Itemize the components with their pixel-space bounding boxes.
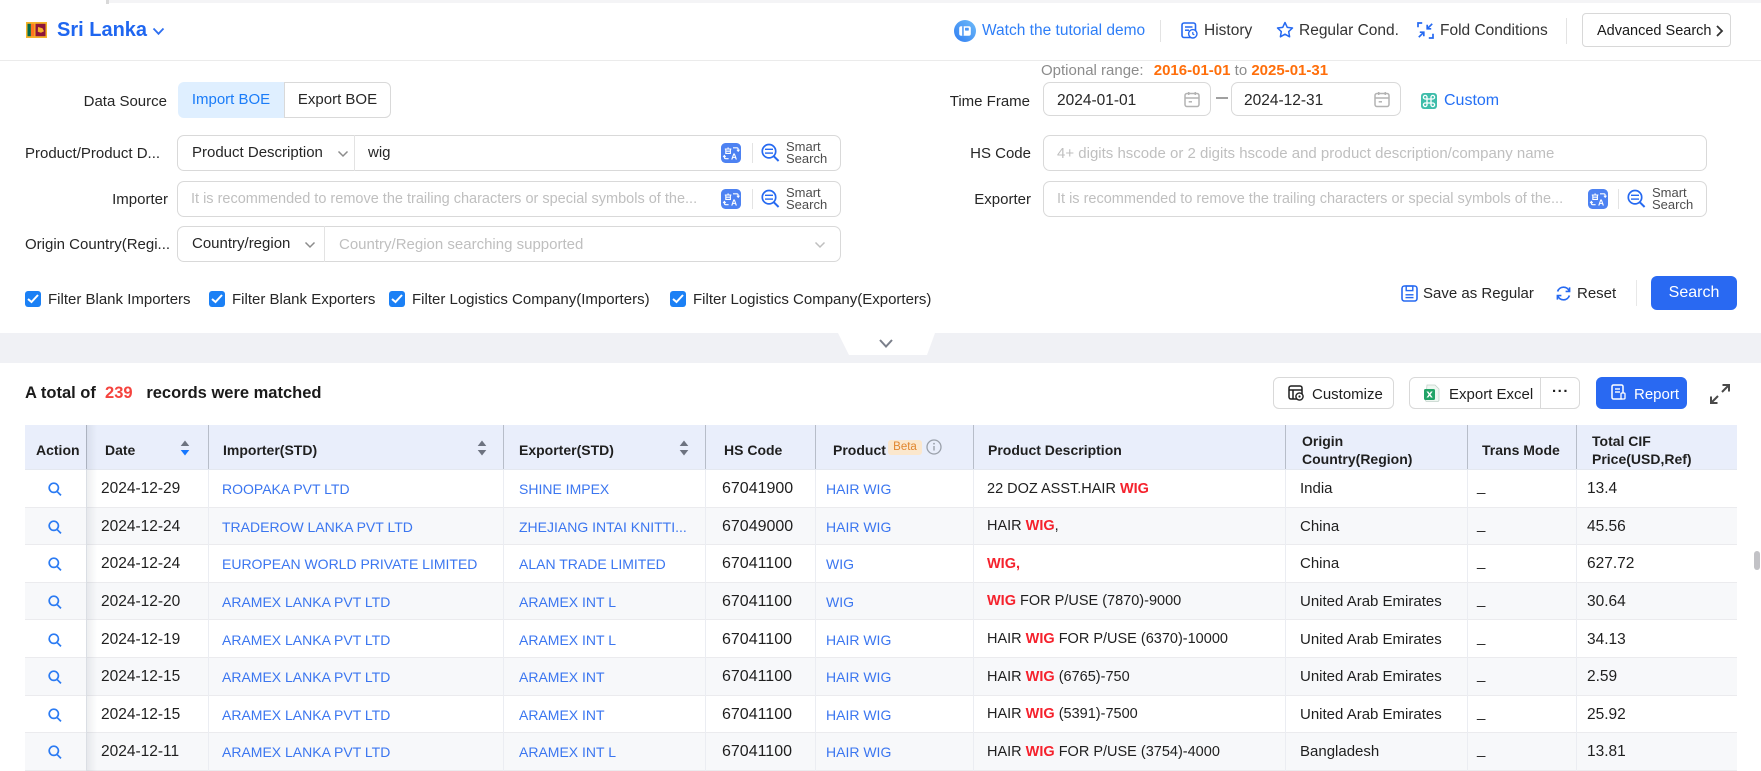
svg-text:A: A [731,198,737,208]
svg-text:A: A [1598,198,1604,208]
svg-text:A: A [731,152,737,162]
